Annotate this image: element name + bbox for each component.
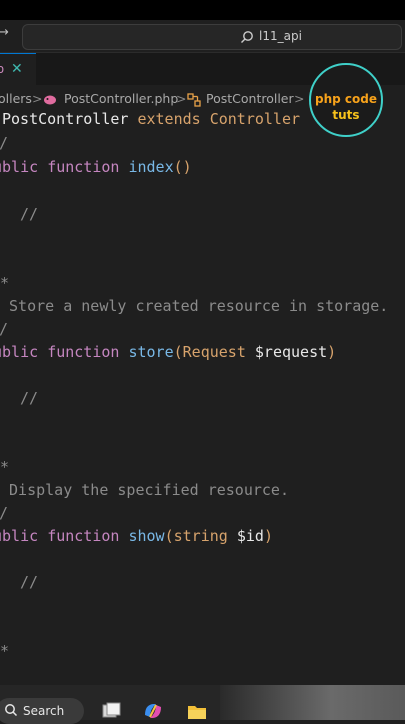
- param-type: Request: [182, 343, 246, 361]
- php-elephant-icon: [44, 95, 56, 105]
- logo-text-line2: tuts: [332, 108, 360, 122]
- code-line-doc-end: /: [0, 134, 8, 158]
- modifier: ublic: [0, 527, 39, 545]
- paren-open: (: [173, 343, 183, 361]
- close-icon[interactable]: ✕: [11, 61, 23, 77]
- copilot-icon[interactable]: [142, 701, 164, 721]
- modifier: ublic: [0, 343, 39, 361]
- function-name: index: [128, 158, 174, 176]
- search-icon: [5, 704, 18, 717]
- search-text: l11_api: [259, 29, 302, 43]
- breadcrumb-file[interactable]: PostController.php: [64, 91, 178, 106]
- taskbar-search-label: Search: [23, 704, 65, 718]
- breadcrumb-folder[interactable]: ollers: [0, 91, 32, 106]
- code-line-doc-show: Display the specified resource.: [0, 481, 289, 499]
- paren-close: ): [263, 527, 273, 545]
- paren-open: (: [164, 527, 174, 545]
- forward-arrow-icon[interactable]: →: [0, 25, 10, 45]
- code-line-store: ublic function store(Request $request): [0, 343, 336, 367]
- breadcrumb-class[interactable]: PostController: [206, 91, 294, 106]
- taskbar-blur-area: [220, 685, 405, 720]
- editor-tab-active[interactable]: o ✕: [0, 53, 36, 86]
- top-black-bar: [0, 0, 405, 20]
- windows-taskbar: Search: [0, 685, 405, 724]
- file-explorer-icon[interactable]: [186, 701, 208, 721]
- parent-class: Controller: [209, 110, 301, 128]
- code-line-doc-star: *: [0, 642, 10, 660]
- code-line-index: ublic function index(): [0, 158, 192, 182]
- class-name: PostController: [2, 110, 129, 128]
- breadcrumb-separator: >: [294, 91, 305, 106]
- code-line-comment: //: [20, 389, 39, 407]
- code-line-doc-end: /: [0, 504, 8, 528]
- paren-close: ): [327, 343, 337, 361]
- taskbar-search[interactable]: Search: [0, 698, 84, 724]
- search-icon: [241, 31, 253, 43]
- extends-keyword: extends: [137, 110, 201, 128]
- channel-logo: php code tuts: [309, 63, 383, 137]
- code-line-comment: //: [20, 205, 39, 223]
- tab-label: o: [0, 62, 5, 76]
- parens: (): [173, 158, 192, 176]
- breadcrumb-separator: >: [176, 91, 187, 106]
- code-line-doc-end: /: [0, 320, 8, 344]
- function-keyword: function: [47, 158, 120, 176]
- function-name: show: [128, 527, 165, 545]
- breadcrumb-separator: >: [32, 91, 43, 106]
- code-line-doc-store: Store a newly created resource in storag…: [0, 297, 389, 315]
- param-var: $request: [245, 343, 328, 361]
- code-line-doc-star: *: [0, 274, 10, 292]
- task-view-icon[interactable]: [100, 701, 122, 721]
- class-icon: [187, 93, 201, 107]
- code-line-class: PostController extends Controller: [2, 110, 300, 134]
- logo-text-line1: php code: [315, 92, 377, 106]
- code-line-doc-star: *: [0, 458, 10, 476]
- code-line-comment: //: [20, 573, 39, 591]
- command-center-search[interactable]: l11_api: [22, 24, 402, 50]
- param-type: string: [173, 527, 228, 545]
- function-keyword: function: [47, 527, 120, 545]
- function-keyword: function: [47, 343, 120, 361]
- code-line-show: ublic function show(string $id): [0, 527, 273, 551]
- function-name: store: [128, 343, 174, 361]
- param-var: $id: [227, 527, 264, 545]
- modifier: ublic: [0, 158, 39, 176]
